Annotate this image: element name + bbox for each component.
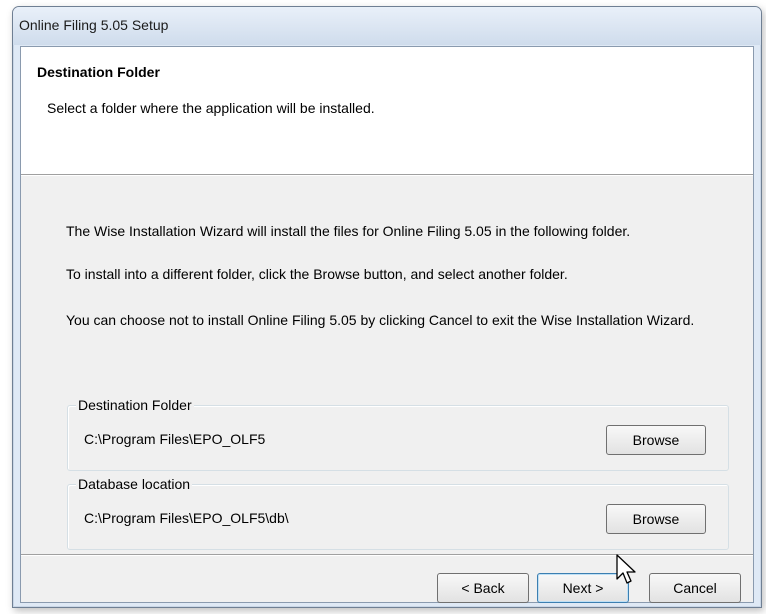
destination-folder-label: Destination Folder	[76, 397, 194, 413]
cancel-button[interactable]: Cancel	[649, 573, 741, 603]
page-subtitle: Select a folder where the application wi…	[47, 100, 375, 116]
destination-folder-path: C:\Program Files\EPO_OLF5	[84, 431, 266, 447]
setup-window: Online Filing 5.05 Setup Destination Fol…	[12, 6, 762, 608]
database-location-path: C:\Program Files\EPO_OLF5\db\	[84, 510, 289, 526]
header-banner: Destination Folder Select a folder where…	[21, 47, 753, 175]
dialog-client-area: Destination Folder Select a folder where…	[20, 46, 754, 603]
header-divider	[21, 175, 753, 176]
back-button[interactable]: < Back	[437, 573, 529, 603]
browse-destination-button[interactable]: Browse	[606, 425, 706, 455]
arrow-cursor-icon	[616, 554, 636, 584]
destination-folder-group: Destination Folder C:\Program Files\EPO_…	[67, 397, 729, 471]
database-location-label: Database location	[76, 476, 193, 492]
title-bar[interactable]: Online Filing 5.05 Setup	[13, 7, 761, 45]
window-title: Online Filing 5.05 Setup	[19, 17, 169, 33]
intro-paragraph: The Wise Installation Wizard will instal…	[66, 223, 631, 239]
cancel-instructions: You can choose not to install Online Fil…	[66, 312, 695, 328]
footer-separator	[21, 554, 753, 556]
page-title: Destination Folder	[37, 64, 160, 80]
browse-instructions: To install into a different folder, clic…	[66, 266, 568, 282]
browse-database-button[interactable]: Browse	[606, 504, 706, 534]
database-location-group: Database location C:\Program Files\EPO_O…	[67, 476, 729, 550]
